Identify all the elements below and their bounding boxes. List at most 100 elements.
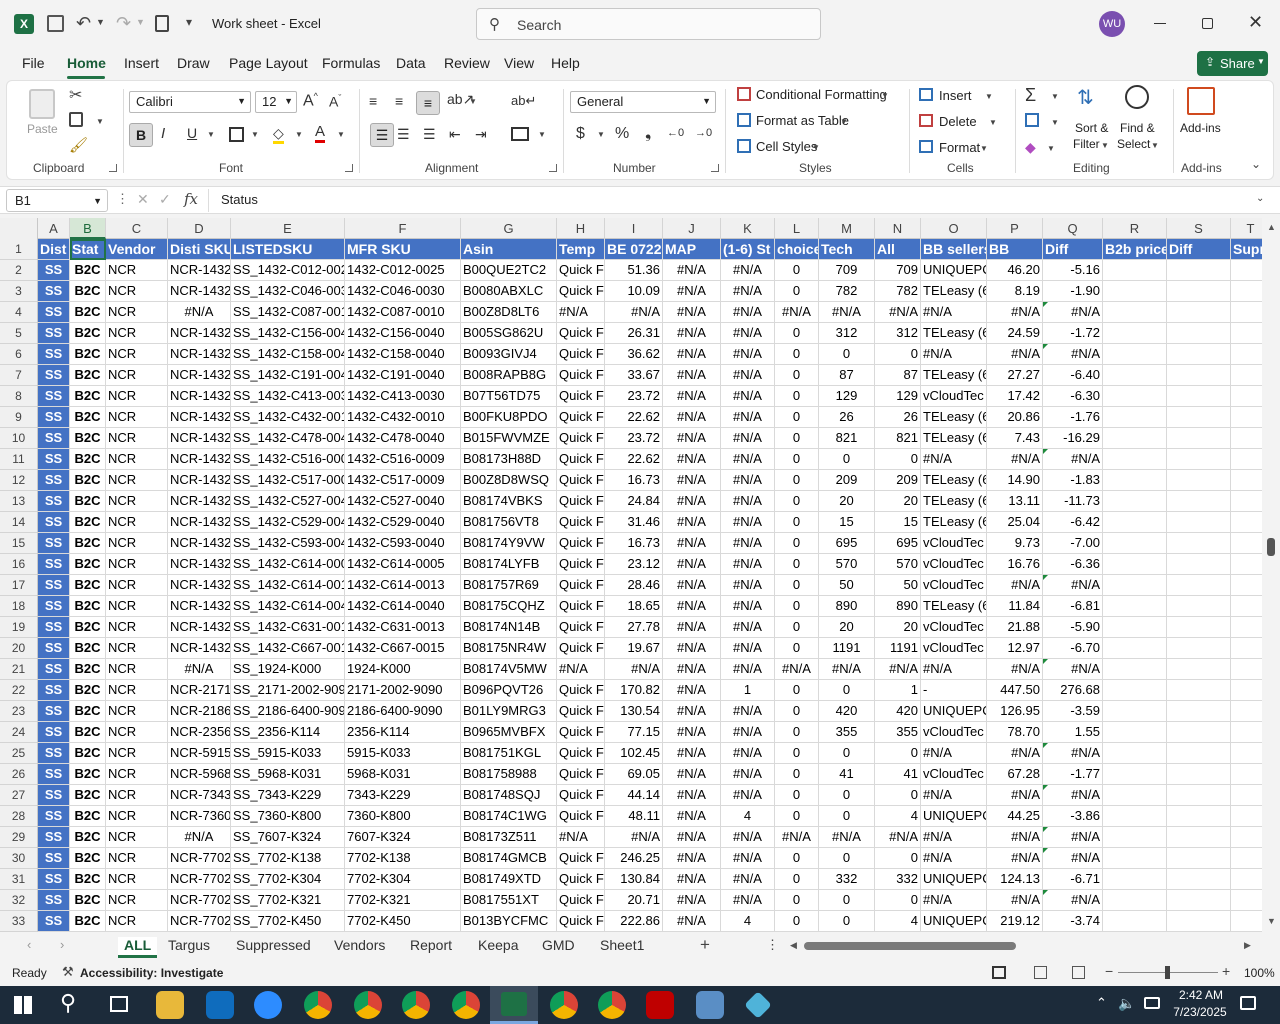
cell[interactable]: Quick F [557,911,605,932]
cell[interactable]: SS_7702-K450 [231,911,345,932]
tab-formulas[interactable]: Formulas [322,55,380,71]
cell[interactable]: #N/A [987,575,1043,596]
cell[interactable]: SS_5968-K031 [231,764,345,785]
cell[interactable]: #N/A [721,365,775,386]
cell[interactable]: -5.90 [1043,617,1103,638]
cell[interactable]: vCloudTec [921,554,987,575]
cell[interactable]: 355 [819,722,875,743]
sheet-tab-suppressed[interactable]: Suppressed [236,937,311,953]
cell[interactable]: SS_1432-C478-0040 [231,428,345,449]
cell[interactable]: #N/A [663,260,721,281]
cell[interactable]: B2C [70,302,106,323]
cell[interactable] [1167,596,1231,617]
cell[interactable]: 709 [819,260,875,281]
column-header-l[interactable]: L [775,218,819,239]
cell[interactable] [1167,617,1231,638]
cell[interactable]: 130.84 [605,869,663,890]
cell[interactable]: B08173H88D [461,449,557,470]
cell[interactable]: SS_1432-C158-0040 [231,344,345,365]
cell[interactable]: TELeasy (6 [921,407,987,428]
cell[interactable]: #N/A [605,827,663,848]
cell[interactable]: SS [38,449,70,470]
cell[interactable]: #N/A [721,470,775,491]
cell[interactable] [1167,890,1231,911]
cell[interactable]: #N/A [605,659,663,680]
cell[interactable]: B2C [70,680,106,701]
tab-page-layout[interactable]: Page Layout [229,55,308,71]
bold-icon[interactable]: B [129,123,153,147]
cell[interactable]: 1 [875,680,921,701]
cell[interactable]: 25.04 [987,512,1043,533]
cell[interactable]: #N/A [721,386,775,407]
cell[interactable]: vCloudTec [921,386,987,407]
search-box[interactable]: ⚲ Search [476,8,821,40]
cell[interactable]: B081748SQJ [461,785,557,806]
cell[interactable]: NCR-1432 [168,407,231,428]
cell[interactable]: 15 [819,512,875,533]
cell[interactable]: #N/A [721,491,775,512]
paste-label[interactable]: Paste [27,122,58,136]
cell[interactable]: #N/A [1043,743,1103,764]
cell[interactable]: B08175CQHZ [461,596,557,617]
cell[interactable]: 0 [775,449,819,470]
cell[interactable]: -1.83 [1043,470,1103,491]
decrease-font-icon[interactable]: Aˇ [329,93,341,110]
cell[interactable]: #N/A [721,764,775,785]
cell[interactable]: B2C [70,596,106,617]
cell[interactable]: -1.76 [1043,407,1103,428]
cell[interactable]: 1432-C156-0040 [345,323,461,344]
cell[interactable] [1103,407,1167,428]
cell[interactable]: NCR-1432 [168,575,231,596]
paste-icon[interactable] [29,89,55,119]
cell[interactable]: SS [38,617,70,638]
cell[interactable]: 18.65 [605,596,663,617]
cell[interactable]: SS_1432-C191-0040 [231,365,345,386]
cell[interactable]: 2171-2002-9090 [345,680,461,701]
cell[interactable]: UNIQUEPC [921,911,987,932]
cell[interactable]: 33.67 [605,365,663,386]
cell[interactable]: Quick F [557,596,605,617]
cell[interactable]: NCR-1432 [168,386,231,407]
align-bottom-icon[interactable]: ≡ [416,91,440,115]
cell[interactable]: SS [38,428,70,449]
column-header-b[interactable]: B [70,218,106,239]
row-header[interactable]: 18 [0,596,38,617]
cell[interactable] [1167,344,1231,365]
cell[interactable]: B08173Z511 [461,827,557,848]
cell[interactable]: NCR [106,428,168,449]
header-cell[interactable]: Disti SKU [168,239,231,260]
cell[interactable]: B0093GIVJ4 [461,344,557,365]
show-hidden-icons[interactable]: ⌃ [1096,995,1107,1011]
cell[interactable]: TELeasy (6 [921,491,987,512]
cell[interactable]: 0 [775,848,819,869]
chrome-profile-3-icon[interactable] [402,991,430,1019]
cell[interactable]: SS_1432-C593-0040 [231,533,345,554]
header-cell[interactable]: Vendor [106,239,168,260]
cell[interactable]: B2C [70,512,106,533]
cell[interactable]: Quick F [557,764,605,785]
cell[interactable]: #N/A [987,302,1043,323]
cell[interactable] [1103,344,1167,365]
cell[interactable]: 7702-K304 [345,869,461,890]
cell[interactable]: 1432-C478-0040 [345,428,461,449]
cell[interactable]: NCR-1432 [168,638,231,659]
cell[interactable]: B00Z8D8WSQ [461,470,557,491]
cell[interactable]: -3.74 [1043,911,1103,932]
cell[interactable]: 102.45 [605,743,663,764]
cell[interactable]: #N/A [605,302,663,323]
row-header[interactable]: 1 [0,239,38,260]
cell[interactable]: Quick F [557,470,605,491]
cell[interactable]: SS [38,596,70,617]
cell[interactable]: SS_1432-C046-0030 [231,281,345,302]
cell[interactable]: 5915-K033 [345,743,461,764]
copy-dropdown-icon[interactable]: ▼ [96,117,104,126]
cell[interactable]: 44.14 [605,785,663,806]
currency-dropdown-icon[interactable]: ▼ [597,130,605,139]
cell[interactable]: 0 [775,491,819,512]
cell[interactable]: SS_5915-K033 [231,743,345,764]
cell[interactable]: NCR [106,764,168,785]
row-header[interactable]: 3 [0,281,38,302]
cell[interactable]: 0 [775,701,819,722]
cell[interactable]: NCR-1432 [168,533,231,554]
decrease-decimal-icon[interactable]: →0 [695,127,712,139]
